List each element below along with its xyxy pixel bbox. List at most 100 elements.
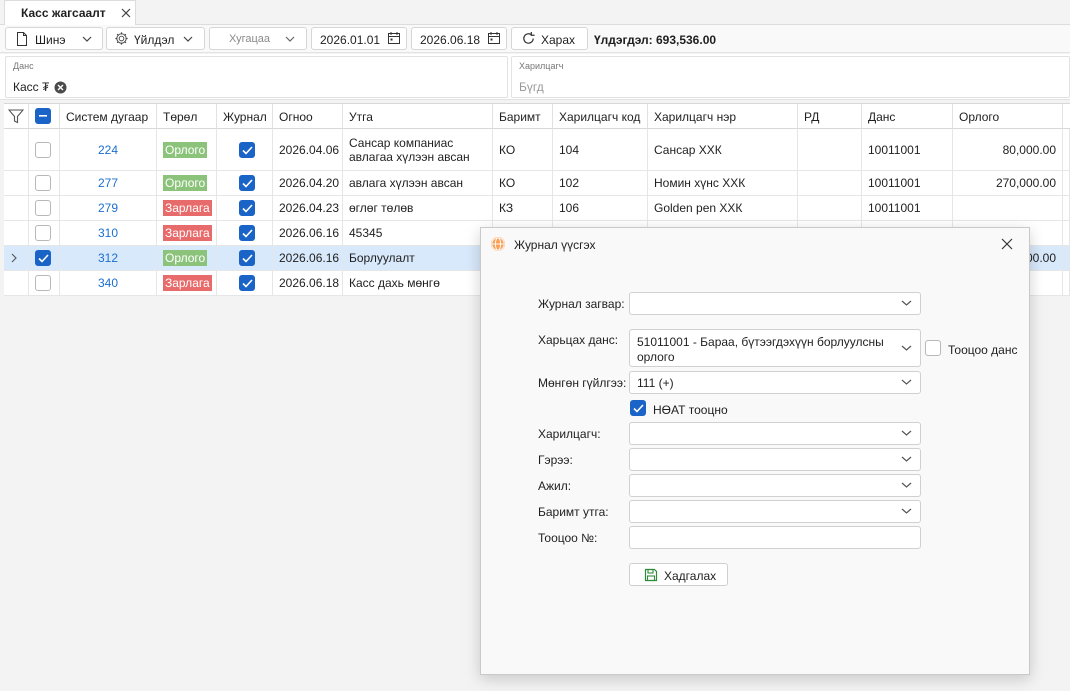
type-badge: Зарлага bbox=[163, 225, 212, 241]
cell-document: КО bbox=[493, 171, 553, 196]
cell-system-number[interactable]: 277 bbox=[60, 171, 157, 196]
cell-partner-name: Golden pen ХХК bbox=[648, 196, 798, 221]
calendar-icon[interactable] bbox=[388, 32, 400, 44]
dialog-title: Журнал үүсгэх bbox=[514, 238, 596, 252]
col-header-system-number[interactable]: Систем дугаар bbox=[60, 104, 157, 129]
new-button[interactable]: Шинэ bbox=[5, 27, 103, 50]
job-select[interactable] bbox=[629, 474, 921, 497]
partner-select[interactable] bbox=[629, 422, 921, 445]
action-label: Үйлдэл bbox=[134, 33, 175, 47]
document-meaning-select[interactable] bbox=[629, 500, 921, 523]
job-label: Ажил: bbox=[538, 479, 572, 493]
cell-income: 270,000.00 bbox=[953, 171, 1063, 196]
row-checkbox[interactable] bbox=[29, 246, 60, 271]
cell-partner-code: 102 bbox=[553, 171, 648, 196]
type-badge: Зарлага bbox=[163, 200, 212, 216]
account-value: Касс ₮ bbox=[13, 80, 50, 94]
refresh-icon bbox=[521, 31, 536, 46]
row-checkbox[interactable] bbox=[29, 221, 60, 246]
col-header-document[interactable]: Баримт bbox=[493, 104, 553, 129]
chevron-down-icon bbox=[901, 482, 912, 488]
cell-description: Сансар компаниас авлагаа хүлээн авсан bbox=[343, 129, 493, 171]
cell-rd bbox=[798, 129, 862, 171]
cell-system-number[interactable]: 310 bbox=[60, 221, 157, 246]
cell-account: 10011001 bbox=[862, 196, 953, 221]
row-checkbox[interactable] bbox=[29, 196, 60, 221]
cell-system-number[interactable]: 279 bbox=[60, 196, 157, 221]
description-line: Сансар компаниас bbox=[349, 135, 454, 150]
close-icon[interactable] bbox=[1001, 238, 1013, 250]
tab-cash-list[interactable]: Касс жагсаалт bbox=[4, 0, 136, 25]
journal-checkbox[interactable] bbox=[217, 171, 273, 196]
date-from-value: 2026.01.01 bbox=[320, 33, 381, 47]
col-header-income[interactable]: Орлого bbox=[953, 104, 1063, 129]
contra-account-value-line2: орлого bbox=[637, 350, 675, 364]
description-line: Касс дахь мөнгө bbox=[349, 276, 440, 290]
row-indicator bbox=[4, 129, 29, 171]
select-all-checkbox[interactable] bbox=[29, 104, 60, 129]
view-label: Харах bbox=[541, 33, 576, 47]
row-indicator bbox=[4, 271, 29, 296]
type-badge: Орлого bbox=[163, 175, 208, 191]
period-select[interactable]: Хугацаа bbox=[209, 27, 307, 50]
col-header-account[interactable]: Данс bbox=[862, 104, 953, 129]
cell-description: Касс дахь мөнгө bbox=[343, 271, 493, 296]
date-from-field[interactable]: 2026.01.01 bbox=[311, 27, 407, 50]
cell-date: 2026.06.16 bbox=[273, 221, 343, 246]
settlement-account-checkbox[interactable] bbox=[925, 340, 941, 356]
col-header-type[interactable]: Төрөл bbox=[157, 104, 217, 129]
cell-document: КО bbox=[493, 129, 553, 171]
account-filter[interactable]: Данс Касс ₮ bbox=[5, 56, 508, 98]
balance-text: Үлдэгдэл: 693,536.00 bbox=[594, 33, 717, 47]
clear-icon[interactable] bbox=[54, 81, 67, 94]
chevron-down-icon bbox=[285, 36, 295, 42]
vat-checkbox[interactable] bbox=[630, 400, 646, 416]
cell-date: 2026.06.18 bbox=[273, 271, 343, 296]
create-journal-dialog: Журнал үүсгэх Журнал загвар: Харьцах дан… bbox=[480, 227, 1030, 675]
cell-system-number[interactable]: 340 bbox=[60, 271, 157, 296]
cell-system-number[interactable]: 224 bbox=[60, 129, 157, 171]
contract-select[interactable] bbox=[629, 448, 921, 471]
col-header-partner-name[interactable]: Харилцагч нэр bbox=[648, 104, 798, 129]
journal-checkbox[interactable] bbox=[217, 271, 273, 296]
partner-filter[interactable]: Харилцагч Бүгд bbox=[511, 56, 1070, 98]
description-line: өглөг төлөв bbox=[349, 201, 414, 215]
journal-checkbox[interactable] bbox=[217, 221, 273, 246]
document-icon bbox=[16, 32, 28, 46]
gear-icon bbox=[114, 31, 129, 46]
row-indicator bbox=[1063, 129, 1070, 171]
description-line: Борлуулалт bbox=[349, 251, 415, 265]
row-indicator bbox=[4, 171, 29, 196]
settlement-number-input[interactable] bbox=[629, 526, 921, 549]
journal-checkbox[interactable] bbox=[217, 246, 273, 271]
action-button[interactable]: Үйлдэл bbox=[106, 27, 205, 50]
contra-account-select[interactable]: 51011001 - Бараа, бүтээгдэхүүн борлуулсн… bbox=[629, 329, 921, 367]
date-to-value: 2026.06.18 bbox=[420, 33, 481, 47]
col-header-date[interactable]: Огноо bbox=[273, 104, 343, 129]
partner-label: Харилцагч: bbox=[538, 427, 601, 441]
account-caption: Данс bbox=[13, 61, 34, 71]
col-header-description[interactable]: Утга bbox=[343, 104, 493, 129]
row-checkbox[interactable] bbox=[29, 271, 60, 296]
calendar-icon[interactable] bbox=[488, 32, 500, 44]
view-button[interactable]: Харах bbox=[511, 27, 588, 50]
row-indicator-chevron-icon bbox=[4, 246, 29, 271]
cell-system-number[interactable]: 312 bbox=[60, 246, 157, 271]
journal-checkbox[interactable] bbox=[217, 129, 273, 171]
row-checkbox[interactable] bbox=[29, 129, 60, 171]
close-icon[interactable] bbox=[120, 7, 132, 19]
type-badge: Зарлага bbox=[163, 275, 212, 291]
col-header-partner-code[interactable]: Харилцагч код bbox=[553, 104, 648, 129]
col-header-journal[interactable]: Журнал bbox=[217, 104, 273, 129]
cashflow-select[interactable]: 111 (+) bbox=[629, 371, 921, 394]
save-button[interactable]: Хадгалах bbox=[629, 563, 728, 586]
chevron-down-icon bbox=[901, 508, 912, 514]
col-header-rd[interactable]: РД bbox=[798, 104, 862, 129]
filter-icon[interactable] bbox=[4, 104, 29, 129]
app-globe-icon bbox=[490, 236, 506, 252]
template-select[interactable] bbox=[629, 292, 921, 315]
journal-checkbox[interactable] bbox=[217, 196, 273, 221]
row-checkbox[interactable] bbox=[29, 171, 60, 196]
description-line: 45345 bbox=[349, 226, 383, 240]
date-to-field[interactable]: 2026.06.18 bbox=[411, 27, 507, 50]
